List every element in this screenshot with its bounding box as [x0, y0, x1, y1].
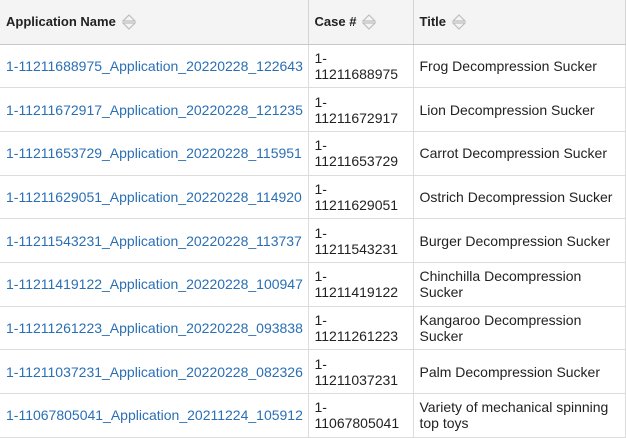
sort-icon[interactable]	[362, 13, 377, 31]
application-link[interactable]: 1-11211672917_Application_20220228_12123…	[6, 102, 303, 118]
case-number-cell: 1- 11211419122	[308, 262, 414, 307]
case-number-cell: 1- 11211629051	[308, 175, 414, 220]
case-number-prefix: 1-	[314, 224, 327, 241]
case-number-value: 11211653729	[314, 153, 399, 170]
application-link[interactable]: 1-11211419122_Application_20220228_10094…	[6, 276, 303, 292]
application-link[interactable]: 1-11211653729_Application_20220228_11595…	[6, 145, 302, 161]
application-name-cell: 1-11067805041_Application_20211224_10591…	[0, 393, 309, 438]
title-text: Chinchilla Decompression Sucker	[419, 268, 582, 301]
application-name-cell: 1-11211629051_Application_20220228_11492…	[0, 175, 309, 220]
case-number-cell: 1- 11211543231	[308, 218, 414, 263]
table-row: 1-11067805041_Application_20211224_10591…	[0, 393, 626, 438]
application-name-cell: 1-11211688975_Application_20220228_12264…	[0, 44, 309, 89]
application-link[interactable]: 1-11067805041_Application_20211224_10591…	[6, 407, 303, 423]
application-name-cell: 1-11211543231_Application_20220228_11373…	[0, 218, 309, 263]
case-number-value: 11211672917	[314, 109, 399, 126]
case-number-prefix: 1-	[314, 399, 327, 416]
title-cell: Burger Decompression Sucker	[413, 218, 626, 263]
application-name-cell: 1-11211672917_Application_20220228_12123…	[0, 87, 309, 132]
case-number-prefix: 1-	[314, 268, 327, 285]
case-number-value: 11211419122	[314, 284, 399, 301]
case-number-prefix: 1-	[314, 311, 327, 328]
table-row: 1-11211261223_Application_20220228_09383…	[0, 306, 626, 351]
table-row: 1-11211672917_Application_20220228_12123…	[0, 87, 626, 132]
title-cell: Lion Decompression Sucker	[413, 87, 626, 132]
case-number-prefix: 1-	[314, 137, 327, 154]
title-text: Lion Decompression Sucker	[419, 101, 595, 118]
case-number-value: 11211037231	[314, 371, 399, 388]
title-text: Ostrich Decompression Sucker	[419, 188, 613, 205]
application-link[interactable]: 1-11211543231_Application_20220228_11373…	[6, 233, 302, 249]
application-link[interactable]: 1-11211688975_Application_20220228_12264…	[6, 58, 303, 74]
title-text: Kangaroo Decompression Sucker	[419, 311, 582, 344]
case-number-cell: 1- 11211688975	[308, 44, 414, 89]
table-row: 1-11211419122_Application_20220228_10094…	[0, 262, 626, 307]
table-row: 1-11211543231_Application_20220228_11373…	[0, 218, 626, 263]
case-number-value: 11067805041	[314, 415, 400, 432]
application-name-cell: 1-11211037231_Application_20220228_08232…	[0, 349, 309, 394]
application-name-cell: 1-11211653729_Application_20220228_11595…	[0, 131, 309, 176]
application-name-cell: 1-11211261223_Application_20220228_09383…	[0, 306, 309, 351]
case-number-prefix: 1-	[314, 49, 327, 66]
title-cell: Kangaroo Decompression Sucker	[413, 306, 626, 351]
case-number-cell: 1- 11211653729	[308, 131, 414, 176]
case-number-value: 11211688975	[314, 65, 399, 82]
table-row: 1-11211629051_Application_20220228_11492…	[0, 175, 626, 220]
application-link[interactable]: 1-11211037231_Application_20220228_08232…	[6, 364, 303, 380]
case-number-value: 11211261223	[314, 327, 399, 344]
sort-icon[interactable]	[121, 13, 136, 31]
table-row: 1-11211037231_Application_20220228_08232…	[0, 349, 626, 394]
title-text: Frog Decompression Sucker	[419, 57, 597, 74]
title-text: Palm Decompression Sucker	[419, 363, 601, 380]
title-text: Carrot Decompression Sucker	[419, 145, 608, 162]
case-number-prefix: 1-	[314, 355, 327, 372]
title-text: Burger Decompression Sucker	[419, 232, 611, 249]
column-header-title[interactable]: Title	[413, 0, 626, 45]
title-text: Variety of mechanical spinning top toys	[419, 399, 609, 432]
column-header-label: Application Name	[6, 14, 116, 30]
case-number-value: 11211629051	[314, 196, 399, 213]
case-number-cell: 1- 11211672917	[308, 87, 414, 132]
column-header-label: Title	[419, 14, 447, 30]
case-number-prefix: 1-	[314, 93, 327, 110]
column-header-label: Case #	[314, 14, 357, 30]
case-number-cell: 1- 11211261223	[308, 306, 414, 351]
column-header-application-name[interactable]: Application Name	[0, 0, 309, 45]
case-number-prefix: 1-	[314, 180, 327, 197]
column-header-case-number[interactable]: Case #	[308, 0, 414, 45]
application-link[interactable]: 1-11211261223_Application_20220228_09383…	[6, 320, 303, 336]
application-link[interactable]: 1-11211629051_Application_20220228_11492…	[6, 189, 302, 205]
table-header-row: Application Name Case # Title	[0, 0, 626, 45]
application-name-cell: 1-11211419122_Application_20220228_10094…	[0, 262, 309, 307]
applications-table: Application Name Case # Title 1-11211688…	[0, 0, 626, 438]
table-row: 1-11211653729_Application_20220228_11595…	[0, 131, 626, 176]
title-cell: Frog Decompression Sucker	[413, 44, 626, 89]
case-number-value: 11211543231	[314, 240, 399, 257]
case-number-cell: 1- 11067805041	[308, 393, 414, 438]
case-number-cell: 1- 11211037231	[308, 349, 414, 394]
title-cell: Chinchilla Decompression Sucker	[413, 262, 626, 307]
title-cell: Variety of mechanical spinning top toys	[413, 393, 626, 438]
title-cell: Palm Decompression Sucker	[413, 349, 626, 394]
title-cell: Ostrich Decompression Sucker	[413, 175, 626, 220]
sort-icon[interactable]	[452, 13, 466, 31]
title-cell: Carrot Decompression Sucker	[413, 131, 626, 176]
table-row: 1-11211688975_Application_20220228_12264…	[0, 44, 626, 89]
